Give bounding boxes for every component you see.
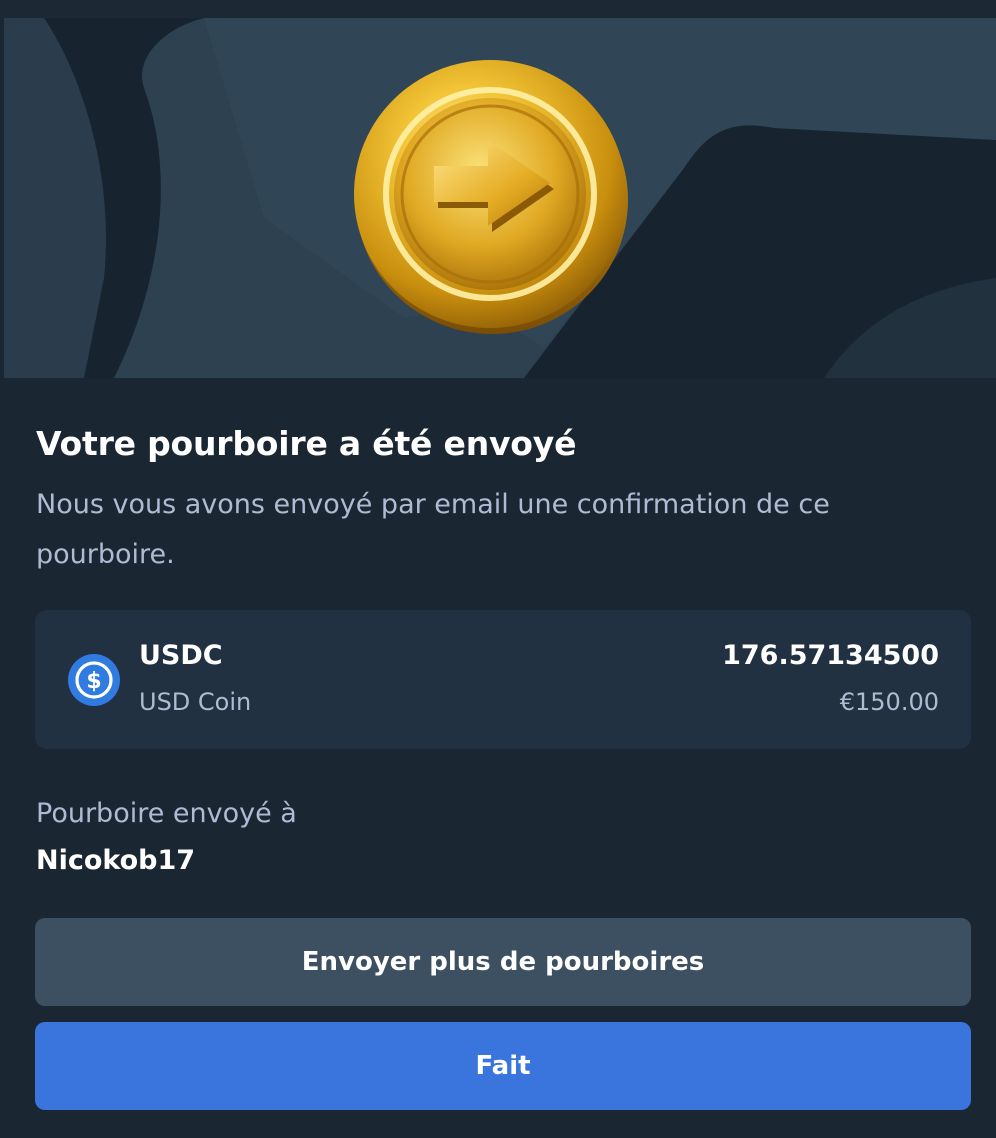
hero-background [4, 18, 996, 378]
recipient-name: Nicokob17 [36, 845, 196, 876]
gold-coin-arrow-icon [354, 60, 628, 334]
dialog-top-edge [0, 0, 996, 18]
usdc-icon: $ [68, 654, 120, 706]
dialog-subtitle: Nous vous avons envoyé par email une con… [36, 489, 830, 570]
done-button[interactable]: Fait [35, 1022, 971, 1110]
token-name: USD Coin [139, 688, 252, 716]
dialog-content: Votre pourboire a été envoyé Nous vous a… [0, 378, 996, 1138]
dialog-title: Votre pourboire a été envoyé [36, 424, 577, 463]
token-symbol: USDC [139, 640, 223, 671]
tip-sent-dialog: Votre pourboire a été envoyé Nous vous a… [0, 0, 996, 1138]
send-more-tips-button[interactable]: Envoyer plus de pourboires [35, 918, 971, 1006]
recipient-label: Pourboire envoyé à [36, 798, 297, 829]
token-amount: 176.57134500 [722, 640, 939, 671]
hero-banner [4, 18, 996, 378]
token-summary-card: $ USDC USD Coin 176.57134500 €150.00 [35, 610, 971, 749]
svg-text:$: $ [86, 669, 101, 694]
token-fiat-value: €150.00 [839, 688, 939, 716]
